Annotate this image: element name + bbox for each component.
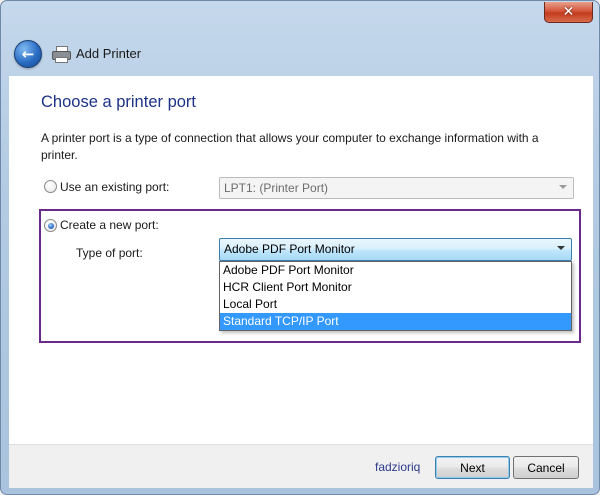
type-of-port-value: Adobe PDF Port Monitor	[224, 242, 355, 256]
chevron-down-icon	[559, 185, 567, 189]
watermark-text: fadzioriq	[375, 460, 421, 474]
type-of-port-dropdown: Adobe PDF Port Monitor HCR Client Port M…	[219, 261, 572, 331]
existing-port-value: LPT1: (Printer Port)	[224, 181, 329, 195]
back-arrow-icon: ←	[21, 44, 35, 63]
dropdown-option[interactable]: HCR Client Port Monitor	[220, 279, 571, 296]
new-port-group: Create a new port: Type of port: Adobe P…	[39, 209, 581, 343]
wizard-footer: fadzioriq Next Cancel	[9, 444, 593, 488]
chevron-down-icon[interactable]	[557, 246, 565, 250]
window-title: Add Printer	[76, 46, 142, 61]
existing-port-label[interactable]: Use an existing port:	[60, 180, 169, 194]
dropdown-option-highlighted[interactable]: Standard TCP/IP Port	[220, 313, 571, 330]
close-icon: ✕	[562, 4, 575, 20]
new-port-radio[interactable]	[44, 219, 57, 232]
existing-port-select: LPT1: (Printer Port)	[219, 177, 574, 199]
cancel-button[interactable]: Cancel	[513, 456, 579, 479]
wizard-content: Choose a printer port A printer port is …	[9, 76, 593, 444]
navigation-bar: ← Add Printer	[9, 31, 593, 76]
next-button[interactable]: Next	[435, 456, 510, 479]
dropdown-option[interactable]: Adobe PDF Port Monitor	[220, 262, 571, 279]
close-button[interactable]: ✕	[544, 2, 593, 23]
back-button[interactable]: ←	[14, 39, 42, 68]
type-of-port-label: Type of port:	[76, 246, 143, 260]
new-port-label[interactable]: Create a new port:	[60, 218, 159, 232]
page-description: A printer port is a type of connection t…	[41, 131, 539, 162]
dropdown-option[interactable]: Local Port	[220, 296, 571, 313]
existing-port-radio[interactable]	[44, 180, 57, 193]
existing-port-row: Use an existing port: LPT1: (Printer Por…	[41, 177, 575, 199]
type-of-port-select[interactable]: Adobe PDF Port Monitor	[219, 238, 572, 261]
title-bar[interactable]: ✕	[1, 1, 600, 31]
printer-icon	[52, 45, 71, 63]
window-frame: ✕ ← Add Printer Choose a printer port A …	[0, 0, 600, 495]
page-heading: Choose a printer port	[41, 93, 197, 111]
